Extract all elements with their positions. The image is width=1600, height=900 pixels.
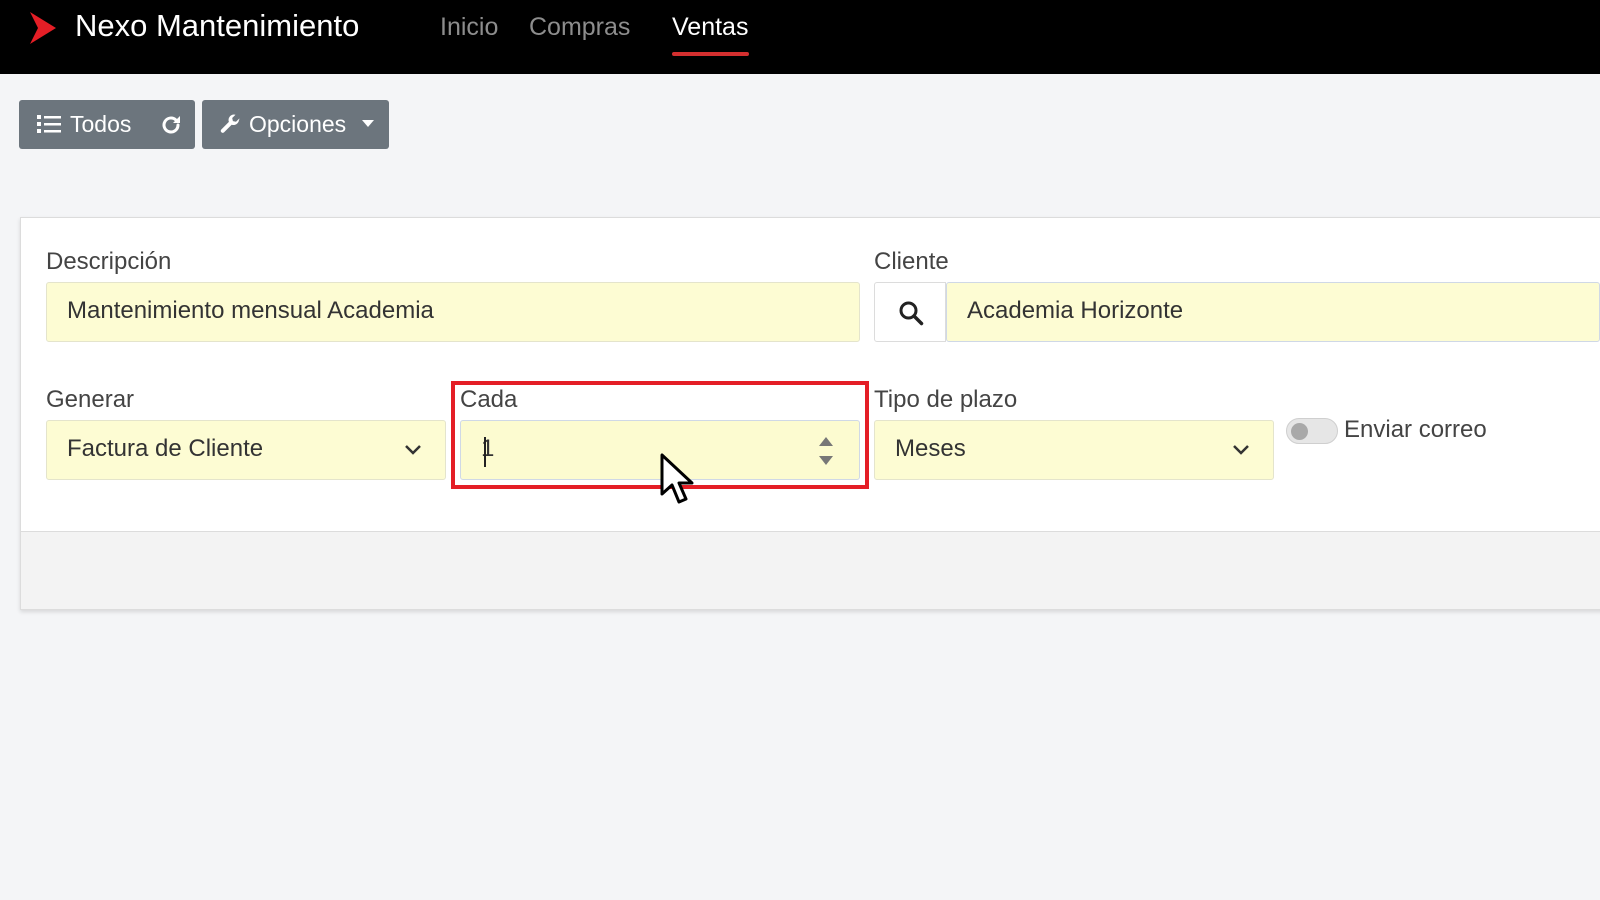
todos-button[interactable]: Todos (19, 100, 157, 149)
app-title[interactable]: Nexo Mantenimiento (75, 8, 359, 44)
send-email-label[interactable]: Enviar correo (1344, 416, 1487, 444)
chevron-down-icon (405, 445, 421, 455)
term-type-value: Meses (895, 435, 966, 462)
card-footer (21, 531, 1600, 609)
nav-compras[interactable]: Compras (529, 12, 630, 42)
generate-value: Factura de Cliente (67, 435, 264, 462)
nav-ventas[interactable]: Ventas (672, 12, 748, 42)
client-label: Cliente (874, 248, 949, 275)
nav-inicio[interactable]: Inicio (440, 12, 498, 42)
options-dropdown-button[interactable]: Opciones (202, 100, 389, 149)
generate-label: Generar (46, 386, 135, 413)
term-type-select[interactable]: Meses (874, 420, 1274, 480)
client-value: Academia Horizonte (967, 297, 1184, 324)
top-navbar: Nexo Mantenimiento Inicio Compras Ventas (0, 0, 1600, 74)
generate-select[interactable]: Factura de Cliente (46, 420, 446, 480)
description-value: Mantenimiento mensual Academia (67, 297, 434, 324)
todos-button-group: Todos (19, 100, 195, 149)
term-type-label: Tipo de plazo (874, 386, 1018, 413)
description-input[interactable]: Mantenimiento mensual Academia (46, 282, 860, 342)
brand-logo-icon[interactable] (26, 8, 60, 48)
list-icon (37, 115, 61, 133)
search-icon (899, 301, 924, 326)
wrench-icon (220, 114, 240, 133)
chevron-down-icon (1233, 445, 1249, 455)
refresh-button[interactable] (157, 100, 195, 149)
refresh-icon (162, 116, 180, 134)
active-tab-indicator (672, 52, 749, 56)
todos-label: Todos (70, 111, 132, 137)
client-search-button[interactable] (874, 282, 946, 342)
description-label: Descripción (46, 248, 172, 275)
client-input[interactable]: Academia Horizonte (946, 282, 1600, 342)
send-email-toggle[interactable] (1286, 418, 1338, 444)
mouse-cursor-icon (660, 453, 694, 504)
options-label: Opciones (249, 111, 347, 137)
caret-down-icon (362, 120, 374, 127)
toggle-knob (1291, 423, 1308, 440)
